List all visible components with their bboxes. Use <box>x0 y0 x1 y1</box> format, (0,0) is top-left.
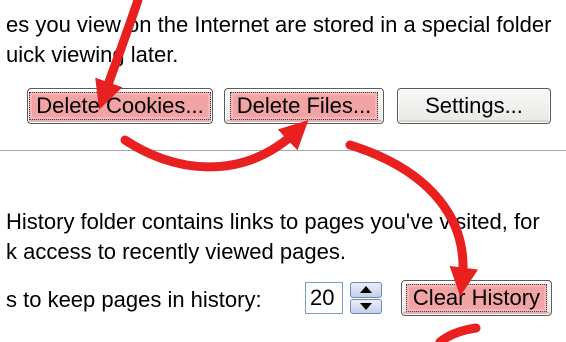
delete-cookies-button[interactable]: Delete Cookies... <box>27 88 213 124</box>
clear-history-button[interactable]: Clear History <box>401 280 552 316</box>
clear-history-label: Clear History <box>405 284 548 312</box>
spin-up-button[interactable] <box>350 282 382 298</box>
temp-files-description-line2: uick viewing later. <box>6 42 179 67</box>
temp-files-description-line1: es you view on the Internet are stored i… <box>6 12 552 37</box>
settings-button[interactable]: Settings... <box>397 88 551 124</box>
section-divider <box>0 150 566 152</box>
history-description-line2: k access to recently viewed pages. <box>6 239 346 264</box>
history-description-line1: History folder contains links to pages y… <box>6 209 540 234</box>
delete-cookies-label: Delete Cookies... <box>29 92 211 120</box>
delete-files-label: Delete Files... <box>229 92 379 120</box>
arrow-tail-bottom <box>435 323 481 342</box>
spin-down-button[interactable] <box>350 298 382 314</box>
delete-files-button[interactable]: Delete Files... <box>224 88 384 124</box>
days-to-keep-label: s to keep pages in history: <box>6 287 262 312</box>
days-spinner <box>350 282 382 314</box>
arrow-up-icon <box>360 286 372 294</box>
days-to-keep-input[interactable] <box>305 282 343 314</box>
settings-label: Settings... <box>425 93 523 118</box>
arrow-down-icon <box>360 302 372 310</box>
internet-options-dialog: es you view on the Internet are stored i… <box>0 0 566 342</box>
arrow-cookies-to-files <box>120 120 309 172</box>
